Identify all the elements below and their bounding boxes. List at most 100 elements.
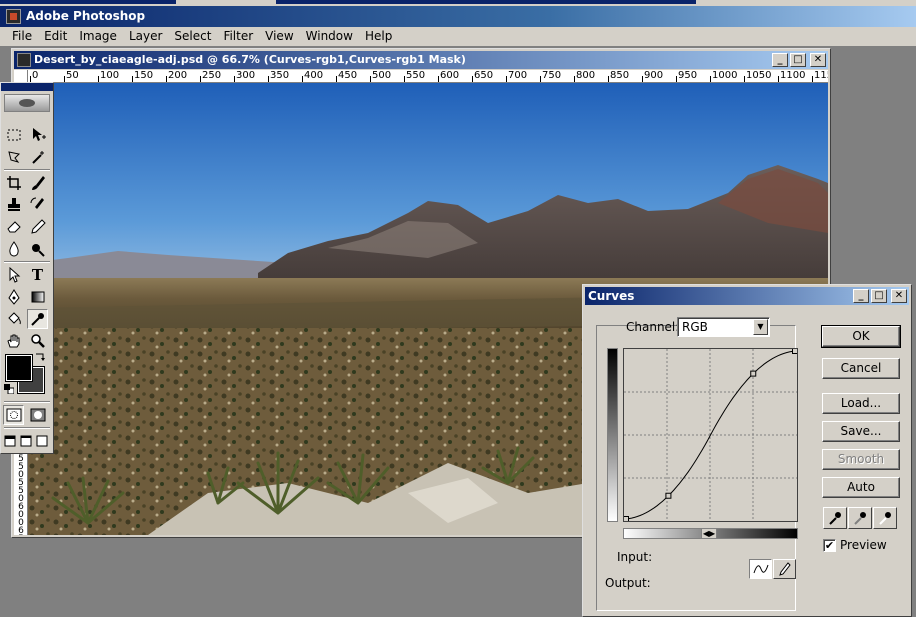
curves-minimize-button[interactable]: _ — [853, 289, 869, 303]
ruler-label: 150 — [134, 70, 154, 81]
tools-palette-titlebar[interactable] — [1, 83, 53, 91]
photoshop-app-icon[interactable] — [6, 9, 21, 24]
brush-icon[interactable] — [27, 173, 48, 193]
ruler-tick — [98, 76, 99, 82]
ruler-label: 100 — [100, 70, 120, 81]
document-window-buttons: _ □ ✕ — [772, 53, 826, 67]
menu-layer[interactable]: Layer — [123, 28, 168, 45]
tools-separator — [4, 401, 50, 403]
channel-label: Channel: — [626, 320, 680, 334]
swap-colors-icon[interactable] — [33, 351, 47, 363]
dodge-icon[interactable] — [27, 239, 48, 259]
clone-stamp-icon[interactable] — [3, 195, 24, 215]
blur-icon[interactable] — [3, 239, 24, 259]
ruler-label: 700 — [508, 70, 528, 81]
curves-titlebar[interactable]: Curves _ □ ✕ — [585, 287, 909, 305]
smooth-button[interactable]: Smooth — [822, 449, 900, 470]
app-titlebar: Adobe Photoshop — [0, 6, 916, 27]
curves-window-buttons: _ □ ✕ — [853, 289, 907, 303]
curve-control-point[interactable] — [792, 348, 798, 354]
curve-control-point[interactable] — [750, 370, 757, 377]
adobe-eye-logo[interactable] — [4, 94, 50, 112]
cancel-button[interactable]: Cancel — [822, 358, 900, 379]
menu-view[interactable]: View — [259, 28, 299, 45]
horizontal-ruler[interactable]: 0 50 100 150 200 250 300 350 400 450 500 550 600 650 7… — [28, 70, 828, 83]
ruler-label: 550 — [406, 70, 426, 81]
zoom-icon[interactable] — [27, 331, 48, 351]
gray-point-eyedropper-icon[interactable] — [848, 507, 872, 529]
paint-bucket-icon[interactable] — [3, 309, 24, 329]
menu-file[interactable]: File — [6, 28, 38, 45]
ruler-tick — [540, 76, 541, 82]
standard-mode-icon[interactable] — [3, 405, 24, 425]
curves-close-button[interactable]: ✕ — [891, 289, 907, 303]
lasso-icon[interactable] — [3, 147, 24, 167]
save-button[interactable]: Save... — [822, 421, 900, 442]
maximize-button[interactable]: □ — [790, 53, 806, 67]
gradient-toggle-icon[interactable]: ◀▶ — [701, 528, 717, 539]
curve-control-point[interactable] — [665, 492, 672, 499]
curve-point-mode-icon[interactable] — [749, 559, 772, 579]
curves-maximize-button[interactable]: □ — [871, 289, 887, 303]
dropdown-arrow-icon[interactable]: ▼ — [753, 319, 768, 335]
close-button[interactable]: ✕ — [810, 53, 826, 67]
type-icon[interactable]: T — [27, 265, 48, 285]
gradient-icon[interactable] — [27, 287, 48, 307]
magic-wand-icon[interactable] — [27, 147, 48, 167]
tools-separator — [4, 427, 50, 429]
input-label: Input: — [617, 550, 653, 564]
eraser-icon[interactable] — [3, 217, 24, 237]
pencil-icon[interactable] — [27, 217, 48, 237]
output-gradient-bar — [607, 348, 618, 522]
marquee-icon[interactable] — [3, 125, 24, 145]
load-button[interactable]: Load... — [822, 393, 900, 414]
menu-edit[interactable]: Edit — [38, 28, 73, 45]
move-icon[interactable] — [27, 125, 48, 145]
crop-icon[interactable] — [3, 173, 24, 193]
preview-checkbox[interactable]: ✔ — [823, 539, 836, 552]
ruler-label: 750 — [542, 70, 562, 81]
hand-icon[interactable] — [3, 331, 24, 351]
ok-button[interactable]: OK — [821, 325, 901, 348]
ruler-label: 350 — [270, 70, 290, 81]
ruler-tick — [778, 76, 779, 82]
minimize-button[interactable]: _ — [772, 53, 788, 67]
menu-window[interactable]: Window — [300, 28, 359, 45]
ruler-label: 1100 — [780, 70, 806, 81]
ruler-label: 850 — [610, 70, 630, 81]
auto-button[interactable]: Auto — [822, 477, 900, 498]
menu-select[interactable]: Select — [168, 28, 217, 45]
ruler-label: 50 — [66, 70, 79, 81]
history-brush-icon[interactable] — [27, 195, 48, 215]
curve-pencil-mode-icon[interactable] — [773, 559, 796, 579]
screen-mode-full-icon[interactable] — [35, 431, 49, 451]
curve-graph[interactable] — [623, 348, 798, 522]
screen-mode-full-menu-icon[interactable] — [19, 431, 33, 451]
ruler-tick — [370, 76, 371, 82]
curve-control-point[interactable] — [623, 516, 629, 522]
ruler-label: 300 — [236, 70, 256, 81]
black-point-eyedropper-icon[interactable] — [823, 507, 847, 529]
ruler-tick — [64, 76, 65, 82]
ruler-tick — [336, 76, 337, 82]
white-point-eyedropper-icon[interactable] — [873, 507, 897, 529]
ruler-tick — [438, 76, 439, 82]
taskbar-segment — [276, 0, 696, 4]
default-colors-icon[interactable] — [3, 383, 15, 395]
quick-mask-mode-icon[interactable] — [27, 405, 48, 425]
document-titlebar[interactable]: Desert_by_ciaeagle-adj.psd @ 66.7% (Curv… — [14, 51, 828, 69]
screen-mode-standard-icon[interactable] — [3, 431, 17, 451]
menu-image[interactable]: Image — [73, 28, 123, 45]
menu-help[interactable]: Help — [359, 28, 398, 45]
ruler-tick — [200, 76, 201, 82]
input-gradient-bar: ◀▶ — [623, 528, 798, 539]
foreground-color-swatch[interactable] — [5, 354, 33, 382]
channel-dropdown[interactable]: RGB ▼ — [677, 317, 770, 337]
path-selection-icon[interactable] — [3, 265, 24, 285]
pen-icon[interactable] — [3, 287, 24, 307]
app-title: Adobe Photoshop — [26, 9, 146, 23]
menu-filter[interactable]: Filter — [217, 28, 259, 45]
curve-grid[interactable] — [623, 348, 798, 522]
ruler-label: 1150 — [814, 70, 828, 81]
eyedropper-icon[interactable] — [27, 309, 48, 329]
